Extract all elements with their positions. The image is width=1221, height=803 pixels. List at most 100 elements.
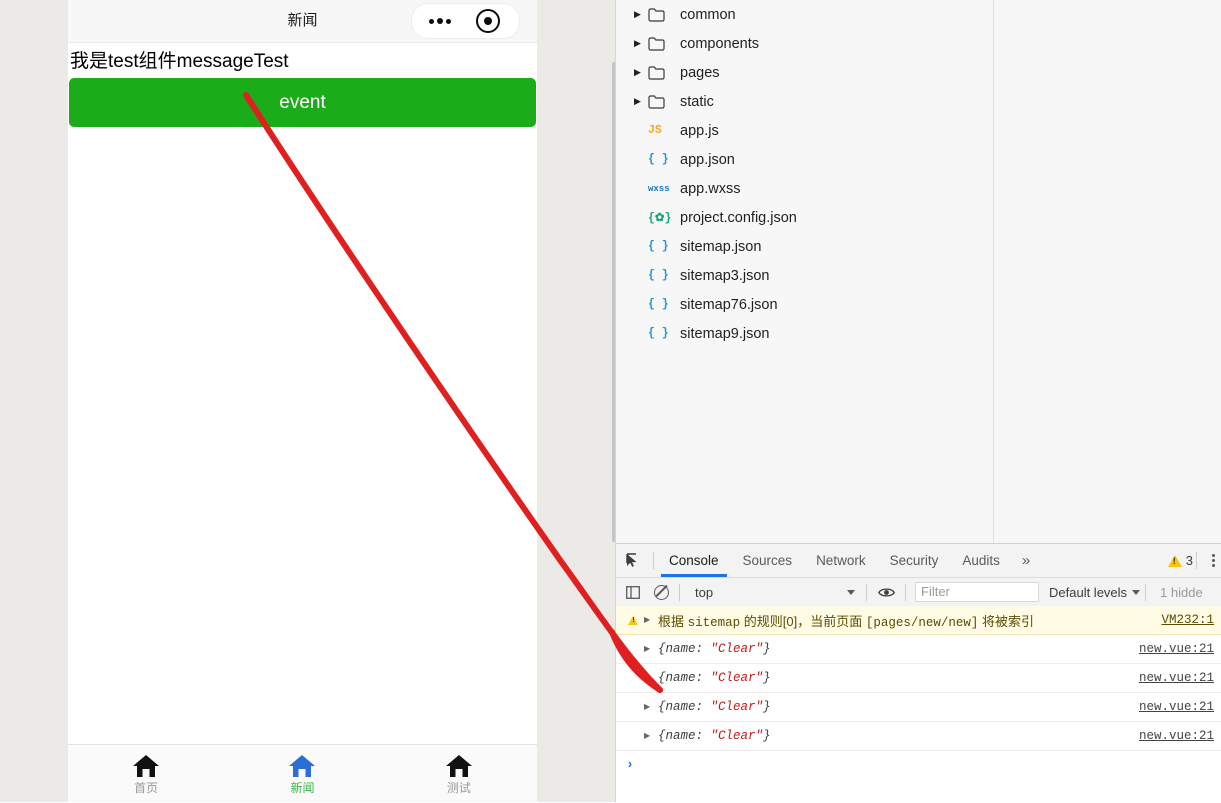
console-source-link[interactable]: new.vue:21: [1139, 671, 1214, 685]
console-source-link[interactable]: new.vue:21: [1139, 700, 1214, 714]
home-icon: [445, 754, 472, 777]
more-vertical-icon[interactable]: [1206, 554, 1220, 567]
tree-indent-spacer: ▶: [634, 155, 648, 164]
tree-item-file[interactable]: ▶ { } sitemap76.json: [616, 290, 1221, 319]
console-object-row[interactable]: ▶ {name: "Clear"} new.vue:21: [616, 722, 1221, 751]
tree-item-file[interactable]: ▶ wxss app.wxss: [616, 174, 1221, 203]
tree-indent-spacer: ▶: [634, 242, 648, 251]
chevron-right-icon[interactable]: ▶: [634, 39, 648, 48]
expand-arrow-icon[interactable]: ▶: [640, 731, 658, 741]
expand-arrow-icon[interactable]: ▶: [640, 644, 658, 654]
tree-item-folder[interactable]: ▶ static: [616, 87, 1221, 116]
tree-item-file[interactable]: ▶ {✿} project.config.json: [616, 203, 1221, 232]
toolbar-separator: [1196, 552, 1197, 569]
tree-item-folder[interactable]: ▶ components: [616, 29, 1221, 58]
json-file-icon: { }: [648, 269, 678, 282]
tree-item-file[interactable]: ▶ { } app.json: [616, 145, 1221, 174]
prompt-chevron-icon: ›: [626, 756, 634, 772]
execution-context-select[interactable]: top: [685, 585, 861, 600]
expand-arrow-icon[interactable]: ▶: [640, 702, 658, 712]
tree-indent-spacer: ▶: [634, 329, 648, 338]
tabbar-item-test[interactable]: 测试: [381, 745, 537, 802]
tabbar-label-home: 首页: [134, 780, 159, 795]
tree-item-label: components: [680, 35, 759, 52]
console-message-list: ▶ 根据 sitemap 的规则[0]，当前页面 [pages/new/new]…: [616, 606, 1221, 803]
toolbar-separator: [866, 583, 867, 601]
chevron-down-icon: [1132, 589, 1141, 595]
simulator-page-body: 我是test组件messageTest event: [68, 43, 537, 744]
chevron-right-icon[interactable]: ▶: [634, 10, 648, 19]
config-file-icon: {✿}: [648, 210, 678, 225]
tabbar-label-test: 测试: [446, 780, 471, 795]
config-badge-label: {✿}: [648, 212, 672, 225]
console-source-link[interactable]: new.vue:21: [1139, 729, 1214, 743]
tab-audits[interactable]: Audits: [950, 545, 1012, 577]
warning-count-badge[interactable]: 3: [1167, 553, 1193, 568]
tree-item-folder[interactable]: ▶ common: [616, 0, 1221, 29]
component-message-text: 我是test组件messageTest: [70, 51, 289, 72]
wechat-capsule-button[interactable]: [411, 3, 520, 39]
log-levels-label: Default levels: [1049, 584, 1128, 600]
console-input-prompt[interactable]: ›: [616, 751, 1221, 777]
tabbar-item-news[interactable]: 新闻: [224, 745, 380, 802]
console-object-text: {name: "Clear"}: [658, 671, 771, 685]
console-object-row[interactable]: ▶ {name: "Clear"} new.vue:21: [616, 635, 1221, 664]
hidden-messages-note: 1 hidde: [1160, 584, 1203, 600]
console-sidebar-icon[interactable]: [620, 585, 646, 599]
console-object-text: {name: "Clear"}: [658, 700, 771, 714]
inspect-element-icon[interactable]: [616, 553, 650, 568]
tabbar-item-home[interactable]: 首页: [68, 745, 224, 802]
tree-item-label: sitemap9.json: [680, 325, 770, 342]
js-badge-label: JS: [648, 124, 662, 137]
tree-indent-spacer: ▶: [634, 300, 648, 309]
console-filter-toolbar: top Filter Default levels 1 hidde: [616, 578, 1221, 607]
toolbar-separator: [653, 552, 654, 569]
tree-item-label: static: [680, 93, 714, 110]
tree-item-label: app.wxss: [680, 180, 741, 197]
expand-arrow-icon[interactable]: ▶: [640, 615, 658, 625]
target-circle-icon[interactable]: [476, 9, 501, 33]
three-dots-icon[interactable]: [428, 18, 451, 24]
tree-item-label: sitemap76.json: [680, 296, 778, 313]
tab-network[interactable]: Network: [804, 545, 878, 577]
log-levels-select[interactable]: Default levels: [1049, 584, 1141, 600]
home-icon: [133, 754, 160, 777]
chevron-down-icon: [847, 589, 855, 595]
tree-item-file[interactable]: ▶ { } sitemap9.json: [616, 319, 1221, 348]
home-icon: [289, 754, 316, 777]
console-object-row[interactable]: ▶ {name: "Clear"} new.vue:21: [616, 664, 1221, 693]
chevron-right-icon[interactable]: ▶: [634, 68, 648, 77]
simulator-navbar: 新闻: [68, 0, 537, 43]
console-source-link[interactable]: new.vue:21: [1139, 642, 1214, 656]
tree-item-folder[interactable]: ▶ pages: [616, 58, 1221, 87]
file-tree-column-divider: [993, 0, 994, 543]
console-object-row[interactable]: ▶ {name: "Clear"} new.vue:21: [616, 693, 1221, 722]
tab-console[interactable]: Console: [657, 545, 731, 577]
more-tabs-icon[interactable]: »: [1012, 545, 1040, 577]
tree-item-file[interactable]: ▶ { } sitemap.json: [616, 232, 1221, 261]
event-button[interactable]: event: [69, 78, 536, 127]
json-badge-label: { }: [648, 298, 669, 311]
execution-context-value: top: [695, 584, 714, 600]
tree-indent-spacer: ▶: [634, 213, 648, 222]
console-warning-row[interactable]: ▶ 根据 sitemap 的规则[0]，当前页面 [pages/new/new]…: [616, 606, 1221, 635]
tab-sources[interactable]: Sources: [731, 545, 805, 577]
tree-item-file[interactable]: ▶ { } sitemap3.json: [616, 261, 1221, 290]
tree-item-label: sitemap.json: [680, 238, 762, 255]
wechat-simulator: 新闻 我是test组件messageTest event 首页 新闻 测试: [68, 0, 537, 802]
console-object-text: {name: "Clear"}: [658, 642, 771, 656]
json-file-icon: { }: [648, 153, 678, 166]
console-object-text: {name: "Clear"}: [658, 729, 771, 743]
console-source-link[interactable]: VM232:1: [1161, 613, 1214, 627]
tree-item-file[interactable]: ▶ JS app.js: [616, 116, 1221, 145]
expand-arrow-icon[interactable]: ▶: [640, 673, 658, 683]
tree-item-label: common: [680, 6, 736, 23]
live-expression-icon[interactable]: [872, 587, 900, 598]
chevron-right-icon[interactable]: ▶: [634, 97, 648, 106]
json-badge-label: { }: [648, 153, 669, 166]
devtools-panel: Console Sources Network Security Audits …: [616, 543, 1221, 803]
tab-security[interactable]: Security: [878, 545, 951, 577]
console-filter-input[interactable]: Filter: [915, 582, 1039, 602]
clear-console-icon[interactable]: [648, 584, 674, 600]
simulator-pane: 新闻 我是test组件messageTest event 首页 新闻 测试: [0, 0, 615, 802]
